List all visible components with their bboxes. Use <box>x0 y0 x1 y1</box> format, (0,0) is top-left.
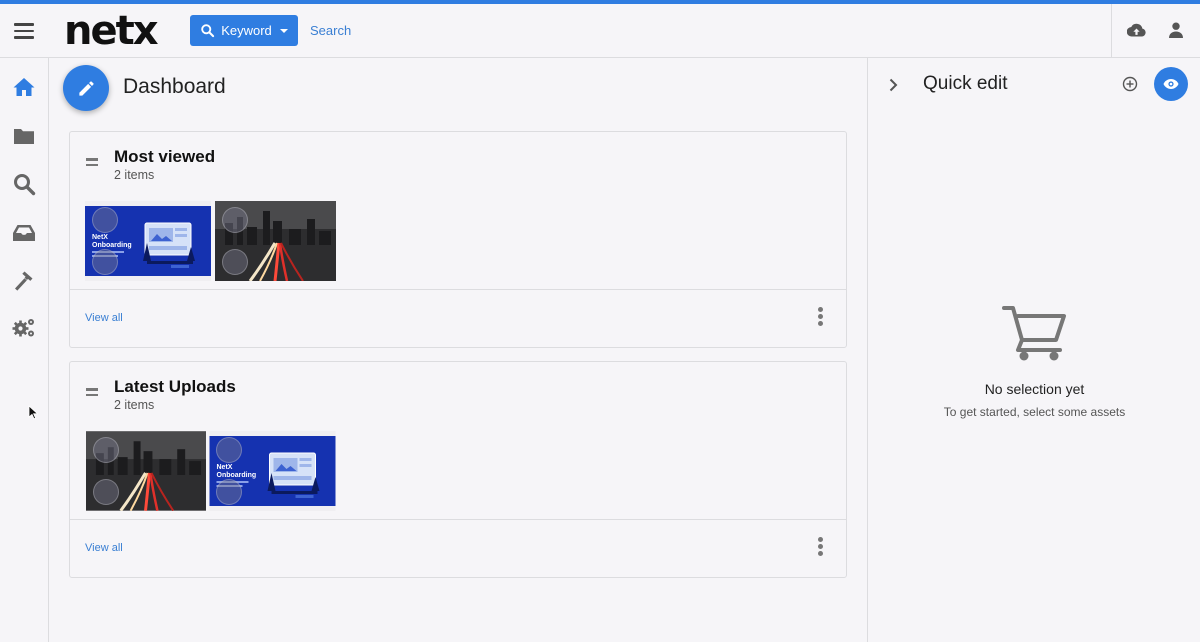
keyword-label: Keyword <box>221 23 272 38</box>
eye-icon <box>1163 79 1179 89</box>
select-checkbox-icon[interactable] <box>216 437 242 463</box>
hammer-icon[interactable] <box>12 269 36 293</box>
gears-icon[interactable] <box>12 316 36 340</box>
cloud-upload-icon[interactable] <box>1127 22 1146 39</box>
card-title: Most viewed <box>114 147 216 166</box>
shopping-cart-icon <box>1002 306 1066 361</box>
asset-thumbnail-netx-onboarding[interactable]: NetX Onboarding <box>85 201 211 281</box>
download-icon[interactable] <box>93 479 119 505</box>
mouse-cursor-icon <box>28 405 38 420</box>
folder-icon[interactable] <box>12 124 36 148</box>
download-icon[interactable] <box>216 479 242 505</box>
home-icon[interactable] <box>12 75 36 99</box>
card-title: Latest Uploads <box>114 377 236 396</box>
preview-toggle-button[interactable] <box>1154 67 1188 101</box>
empty-state-subtitle: To get started, select some assets <box>943 405 1126 419</box>
empty-state-title: No selection yet <box>984 381 1085 397</box>
pencil-icon <box>78 80 94 96</box>
latest-uploads-card: Latest Uploads 2 items NetX Onboarding V… <box>69 361 847 578</box>
card-item-count: 2 items <box>114 168 155 182</box>
netx-logo[interactable]: netx <box>64 8 159 54</box>
svg-text:NetX: NetX <box>92 234 108 241</box>
asset-thumbnail-netx-onboarding[interactable]: NetX Onboarding <box>209 431 336 511</box>
asset-thumbnail-city-highway[interactable] <box>215 201 336 281</box>
view-all-link[interactable]: View all <box>85 542 123 554</box>
card-divider <box>70 519 846 520</box>
user-icon[interactable] <box>1169 22 1183 38</box>
quick-edit-title: Quick edit <box>923 73 1008 94</box>
add-circle-icon[interactable] <box>1122 76 1138 92</box>
drag-handle-icon[interactable] <box>86 388 98 399</box>
view-all-link[interactable]: View all <box>85 312 123 324</box>
edit-dashboard-button[interactable] <box>63 65 109 111</box>
more-options-icon[interactable] <box>815 307 825 329</box>
dashboard-main: Dashboard Most viewed 2 items NetX Onboa… <box>49 58 867 642</box>
caret-down-icon <box>279 28 288 33</box>
inbox-icon[interactable] <box>12 221 36 245</box>
most-viewed-card: Most viewed 2 items NetX Onboarding View… <box>69 131 847 348</box>
search-icon[interactable] <box>12 172 36 196</box>
select-checkbox-icon[interactable] <box>92 207 118 233</box>
select-checkbox-icon[interactable] <box>222 207 248 233</box>
chevron-right-icon[interactable] <box>888 78 898 92</box>
search-icon <box>201 24 215 38</box>
asset-thumbnail-city-highway[interactable] <box>86 431 206 511</box>
menu-icon[interactable] <box>14 23 34 39</box>
top-header: netx Keyword <box>0 4 1200 58</box>
more-options-icon[interactable] <box>815 537 825 559</box>
quick-edit-panel: Quick edit No selection yet To get start… <box>867 58 1200 642</box>
drag-handle-icon[interactable] <box>86 158 98 169</box>
search-input[interactable] <box>304 15 804 46</box>
left-sidebar <box>0 58 49 642</box>
svg-text:Onboarding: Onboarding <box>92 242 132 249</box>
download-icon[interactable] <box>222 249 248 275</box>
select-checkbox-icon[interactable] <box>93 437 119 463</box>
card-item-count: 2 items <box>114 398 155 412</box>
page-title: Dashboard <box>123 75 226 98</box>
keyword-dropdown-button[interactable]: Keyword <box>190 15 298 46</box>
svg-text:NetX: NetX <box>217 464 233 471</box>
card-divider <box>70 289 846 290</box>
header-divider <box>1111 4 1112 58</box>
svg-text:Onboarding: Onboarding <box>217 472 257 479</box>
download-icon[interactable] <box>92 249 118 275</box>
